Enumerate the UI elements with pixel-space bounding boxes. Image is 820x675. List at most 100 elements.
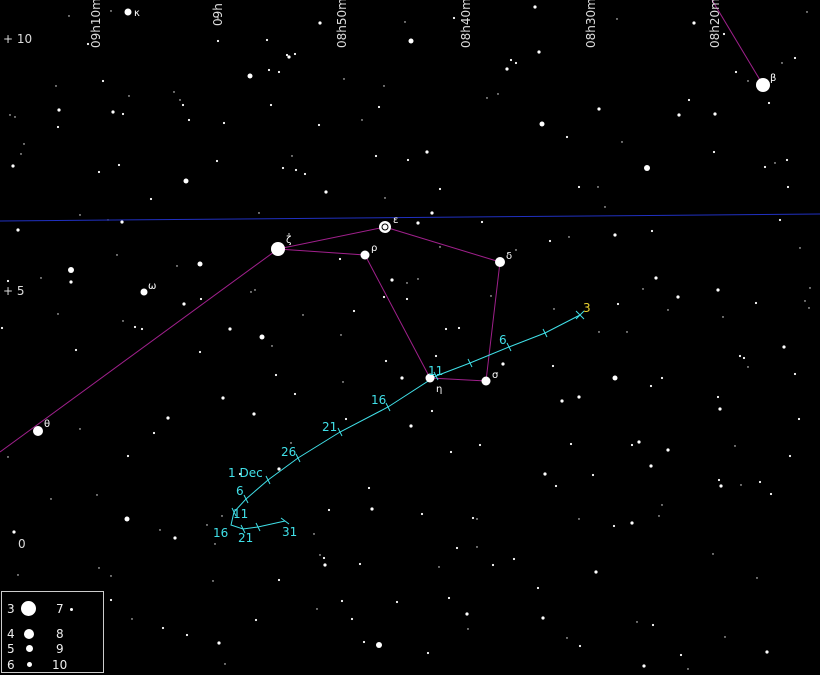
background-star bbox=[480, 220, 484, 224]
background-star bbox=[258, 212, 260, 214]
background-star bbox=[409, 424, 413, 428]
background-star bbox=[687, 668, 689, 670]
background-star bbox=[383, 85, 385, 87]
background-star bbox=[303, 172, 307, 176]
background-star bbox=[120, 220, 124, 224]
background-star bbox=[317, 123, 321, 127]
background-star bbox=[566, 637, 568, 639]
background-star bbox=[128, 95, 130, 97]
background-star bbox=[452, 16, 456, 20]
background-star bbox=[250, 291, 252, 293]
background-star bbox=[313, 533, 315, 535]
background-star bbox=[161, 626, 165, 630]
ra-label-0840: 08h40m bbox=[459, 0, 473, 48]
background-star bbox=[0, 326, 4, 330]
background-star bbox=[740, 484, 742, 486]
background-star bbox=[512, 557, 516, 561]
background-star bbox=[712, 150, 716, 154]
background-star bbox=[185, 633, 189, 637]
legend-mag-9: 9 bbox=[56, 642, 64, 656]
background-star bbox=[722, 316, 724, 318]
background-star bbox=[754, 301, 758, 305]
background-star bbox=[198, 350, 202, 354]
background-star bbox=[738, 354, 742, 358]
star-delta bbox=[495, 257, 505, 267]
star-e bbox=[68, 267, 74, 273]
dec-label-plus10: + 10 bbox=[3, 32, 33, 46]
background-star bbox=[265, 38, 269, 42]
background-star bbox=[40, 277, 42, 279]
background-star bbox=[565, 135, 569, 139]
background-star bbox=[578, 518, 580, 520]
background-star bbox=[642, 288, 644, 290]
background-star bbox=[6, 279, 10, 283]
star-zeta-large bbox=[271, 242, 285, 256]
background-star bbox=[269, 103, 273, 107]
background-star bbox=[774, 162, 776, 164]
background-star bbox=[214, 543, 216, 545]
background-star bbox=[110, 575, 112, 577]
background-star bbox=[50, 498, 52, 500]
background-star bbox=[449, 450, 453, 454]
star-a bbox=[408, 38, 414, 44]
background-star bbox=[747, 80, 749, 82]
background-star bbox=[793, 56, 797, 60]
star-i bbox=[539, 121, 545, 127]
background-star bbox=[430, 409, 434, 413]
background-star bbox=[126, 454, 130, 458]
background-star bbox=[417, 278, 419, 280]
background-star bbox=[215, 159, 219, 163]
background-star bbox=[252, 412, 256, 416]
background-star bbox=[692, 21, 696, 25]
background-star bbox=[637, 440, 641, 444]
background-star bbox=[765, 650, 769, 654]
legend-dot-3 bbox=[21, 601, 36, 616]
background-star bbox=[98, 567, 100, 569]
background-star bbox=[206, 524, 208, 526]
background-star bbox=[222, 121, 226, 125]
background-star bbox=[377, 105, 381, 109]
background-star bbox=[302, 314, 304, 316]
background-star bbox=[756, 577, 758, 579]
background-star bbox=[444, 327, 448, 331]
background-star bbox=[131, 618, 133, 620]
background-star bbox=[405, 297, 409, 301]
background-star bbox=[471, 516, 475, 520]
background-star bbox=[718, 407, 722, 411]
star-h bbox=[197, 261, 203, 267]
background-star bbox=[343, 78, 345, 80]
comet-date-label: 6 bbox=[499, 333, 507, 347]
background-star bbox=[505, 67, 509, 71]
background-star bbox=[173, 91, 175, 93]
legend-mag-6: 6 bbox=[7, 658, 15, 672]
comet-tick bbox=[506, 342, 512, 352]
background-star bbox=[734, 70, 738, 74]
background-star bbox=[793, 372, 797, 376]
background-star bbox=[395, 600, 399, 604]
magnitude-legend: 3 7 4 8 5 9 6 10 bbox=[1, 591, 104, 673]
background-star bbox=[7, 456, 9, 458]
background-star bbox=[568, 236, 570, 238]
star-beta bbox=[756, 78, 770, 92]
background-star bbox=[782, 345, 786, 349]
background-star bbox=[140, 327, 144, 331]
background-star bbox=[181, 103, 185, 107]
background-star bbox=[361, 119, 363, 121]
star-theta bbox=[33, 426, 43, 436]
background-star bbox=[501, 362, 505, 366]
background-star bbox=[293, 52, 297, 56]
background-star bbox=[430, 211, 434, 215]
background-star bbox=[553, 308, 555, 310]
comet-date-label: 21 bbox=[238, 531, 253, 545]
background-star bbox=[56, 125, 60, 129]
background-star bbox=[400, 376, 404, 380]
background-star bbox=[254, 618, 258, 622]
legend-mag-8: 8 bbox=[56, 627, 64, 641]
background-star bbox=[404, 21, 406, 23]
background-star bbox=[809, 287, 811, 289]
background-stars bbox=[0, 5, 811, 670]
background-star bbox=[658, 515, 660, 517]
background-star bbox=[597, 107, 601, 111]
background-star bbox=[676, 295, 680, 299]
background-star bbox=[797, 417, 801, 421]
